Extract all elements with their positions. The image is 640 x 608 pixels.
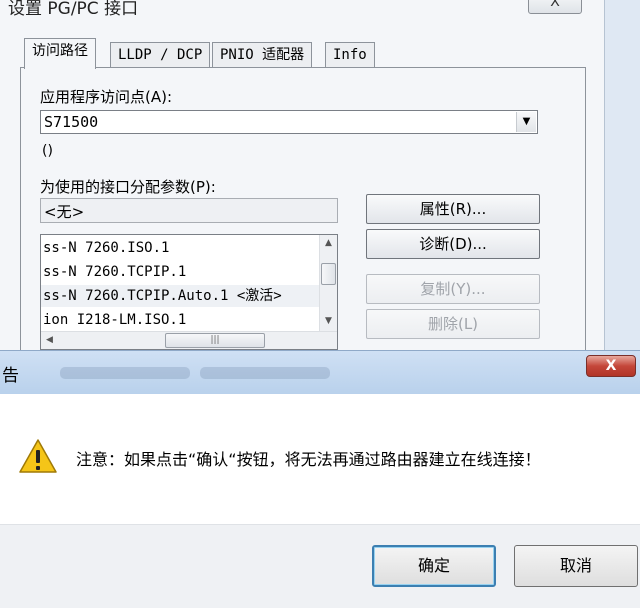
interface-list[interactable]: ss-N 7260.ISO.1 ss-N 7260.TCPIP.1 ss-N 7… bbox=[40, 234, 338, 350]
scroll-up-icon[interactable]: ▲ bbox=[320, 235, 337, 252]
dialog-close-button[interactable]: X bbox=[586, 355, 636, 377]
ok-button[interactable]: 确定 bbox=[372, 545, 496, 587]
properties-button[interactable]: 属性(R)... bbox=[366, 194, 540, 224]
access-point-value: S71500 bbox=[44, 113, 99, 131]
cancel-button[interactable]: 取消 bbox=[514, 545, 638, 587]
dialog-body: 注意：如果点击“确认“按钮，将无法再通过路由器建立在线连接！ bbox=[0, 394, 640, 524]
tab-info[interactable]: Info bbox=[325, 42, 375, 68]
blurred-title-text bbox=[60, 367, 190, 379]
interface-params-value: <无> bbox=[44, 203, 85, 221]
diagnose-button[interactable]: 诊断(D)... bbox=[366, 229, 540, 259]
delete-button[interactable]: 删除(L) bbox=[366, 309, 540, 339]
vertical-scrollbar[interactable]: ▲ ▼ bbox=[319, 235, 337, 331]
access-point-select[interactable]: S71500 ▼ bbox=[40, 110, 538, 134]
window-title: 设置 PG/PC 接口 bbox=[8, 0, 139, 19]
list-item[interactable]: ion I218-LM.ISO.1 bbox=[41, 309, 319, 331]
tab-lldp-dcp[interactable]: LLDP / DCP bbox=[110, 42, 211, 68]
list-item[interactable]: ss-N 7260.ISO.1 bbox=[41, 237, 319, 259]
scroll-thumb[interactable] bbox=[321, 263, 336, 285]
warning-message: 注意：如果点击“确认“按钮，将无法再通过路由器建立在线连接！ bbox=[76, 450, 541, 469]
tab-access-path[interactable]: 访问路径 bbox=[24, 38, 96, 69]
list-item-selected[interactable]: ss-N 7260.TCPIP.Auto.1 <激活> bbox=[41, 285, 319, 307]
list-item[interactable]: ss-N 7260.TCPIP.1 bbox=[41, 261, 319, 283]
interface-params-label: 为使用的接口分配参数(P): bbox=[40, 178, 216, 196]
dialog-footer: 确定 取消 bbox=[0, 524, 640, 608]
chevron-down-icon[interactable]: ▼ bbox=[516, 112, 536, 132]
scroll-thumb-horizontal[interactable]: ||| bbox=[165, 333, 265, 348]
tab-pnio-adapter[interactable]: PNIO 适配器 bbox=[212, 42, 313, 68]
pgpc-interface-window: 设置 PG/PC 接口 X 访问路径 LLDP / DCP PNIO 适配器 I… bbox=[0, 0, 640, 352]
dialog-titlebar: 告 X bbox=[0, 350, 640, 394]
access-point-description: () bbox=[42, 143, 53, 159]
scroll-left-icon[interactable]: ◀ bbox=[41, 332, 58, 349]
blurred-title-text bbox=[200, 367, 330, 379]
window-frame-right bbox=[604, 0, 640, 352]
interface-params-field: <无> bbox=[40, 198, 338, 223]
scroll-down-icon[interactable]: ▼ bbox=[320, 313, 337, 330]
horizontal-scrollbar[interactable]: ◀ ||| bbox=[41, 331, 337, 349]
dialog-title: 告 bbox=[2, 366, 19, 386]
window-close-button[interactable]: X bbox=[528, 0, 582, 14]
warning-triangle-icon bbox=[19, 439, 57, 473]
copy-button[interactable]: 复制(Y)... bbox=[366, 274, 540, 304]
access-point-label: 应用程序访问点(A): bbox=[40, 88, 173, 106]
